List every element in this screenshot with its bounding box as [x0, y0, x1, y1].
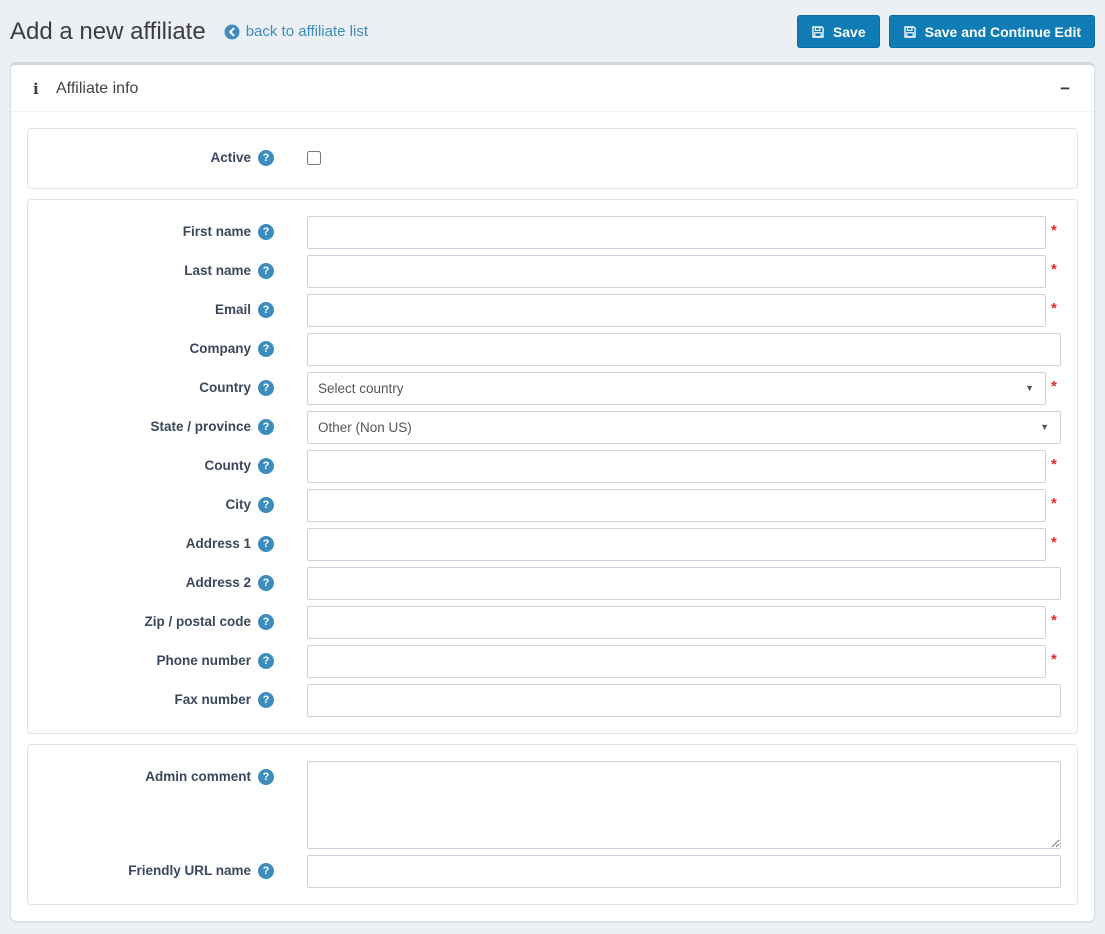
- help-icon[interactable]: ?: [258, 863, 274, 880]
- arrow-left-circle-icon: [224, 24, 240, 40]
- back-link-label: back to affiliate list: [245, 23, 368, 40]
- country-select[interactable]: Select country: [307, 371, 1046, 405]
- last-name-input[interactable]: [307, 254, 1046, 288]
- fax-number-label: Fax number: [174, 691, 251, 707]
- city-label: City: [225, 496, 251, 512]
- active-checkbox[interactable]: [307, 151, 321, 166]
- form-row-friendly-url-name: Friendly URL name ?: [44, 854, 1061, 888]
- form-row-company: Company ?: [44, 332, 1061, 366]
- country-label: Country: [199, 379, 251, 395]
- help-icon[interactable]: ?: [258, 150, 274, 167]
- card-header: i Affiliate info −: [11, 65, 1094, 112]
- affiliate-info-card: i Affiliate info − Active ? First name ?: [10, 62, 1095, 922]
- page-title: Add a new affiliate: [10, 18, 206, 45]
- required-asterisk: *: [1051, 299, 1057, 317]
- city-input[interactable]: [307, 488, 1046, 522]
- form-row-city: City ? *: [44, 488, 1061, 522]
- last-name-label: Last name: [184, 262, 251, 278]
- help-icon[interactable]: ?: [258, 614, 274, 631]
- help-icon[interactable]: ?: [258, 575, 274, 592]
- save-button[interactable]: Save: [796, 15, 880, 48]
- phone-number-input[interactable]: [307, 644, 1046, 678]
- admin-comment-label: Admin comment: [145, 768, 251, 784]
- form-row-admin-comment: Admin comment ?: [44, 760, 1061, 849]
- form-row-address1: Address 1 ? *: [44, 527, 1061, 561]
- company-input[interactable]: [307, 332, 1061, 366]
- fax-number-input[interactable]: [307, 683, 1061, 717]
- help-icon[interactable]: ?: [258, 536, 274, 553]
- help-icon[interactable]: ?: [258, 653, 274, 670]
- back-to-list-link[interactable]: back to affiliate list: [224, 23, 368, 40]
- state-province-select[interactable]: Other (Non US): [307, 410, 1061, 444]
- zip-postal-code-input[interactable]: [307, 605, 1046, 639]
- help-icon[interactable]: ?: [258, 497, 274, 514]
- form-row-first-name: First name ? *: [44, 215, 1061, 249]
- address2-label: Address 2: [185, 574, 251, 590]
- phone-number-label: Phone number: [156, 652, 251, 668]
- save-button-label: Save: [832, 23, 866, 40]
- help-icon[interactable]: ?: [258, 302, 274, 319]
- save-and-continue-button-label: Save and Continue Edit: [924, 23, 1081, 40]
- help-icon[interactable]: ?: [258, 769, 274, 786]
- misc-info-panel: Admin comment ? Friendly URL name ?: [27, 743, 1078, 905]
- friendly-url-name-label: Friendly URL name: [128, 862, 251, 878]
- friendly-url-name-input[interactable]: [307, 854, 1061, 888]
- active-panel: Active ?: [27, 128, 1078, 189]
- form-row-country: Country ? Select country ▼ *: [44, 371, 1061, 405]
- header-actions: Save Save and Continue Edit: [796, 15, 1095, 48]
- form-row-last-name: Last name ? *: [44, 254, 1061, 288]
- form-row-county: County ? *: [44, 449, 1061, 483]
- first-name-input[interactable]: [307, 215, 1046, 249]
- help-icon[interactable]: ?: [258, 263, 274, 280]
- required-asterisk: *: [1051, 260, 1057, 278]
- required-asterisk: *: [1051, 494, 1057, 512]
- form-row-email: Email ? *: [44, 293, 1061, 327]
- panel-title: Affiliate info: [56, 79, 139, 97]
- required-asterisk: *: [1051, 377, 1057, 395]
- required-asterisk: *: [1051, 650, 1057, 668]
- zip-postal-code-label: Zip / postal code: [144, 613, 251, 629]
- required-asterisk: *: [1051, 221, 1057, 239]
- help-icon[interactable]: ?: [258, 458, 274, 475]
- form-row-address2: Address 2 ?: [44, 566, 1061, 600]
- county-label: County: [204, 457, 252, 473]
- save-icon: [811, 25, 825, 39]
- email-input[interactable]: [307, 293, 1046, 327]
- page-header: Add a new affiliate back to affiliate li…: [0, 0, 1105, 62]
- first-name-label: First name: [182, 223, 251, 239]
- help-icon[interactable]: ?: [258, 692, 274, 709]
- admin-comment-textarea[interactable]: [307, 760, 1061, 849]
- save-and-continue-button[interactable]: Save and Continue Edit: [888, 15, 1095, 48]
- company-label: Company: [189, 340, 251, 356]
- help-icon[interactable]: ?: [258, 419, 274, 436]
- form-row-active: Active ?: [44, 150, 1061, 167]
- form-row-phone-number: Phone number ? *: [44, 644, 1061, 678]
- help-icon[interactable]: ?: [258, 341, 274, 358]
- form-row-state-province: State / province ? Other (Non US) ▼: [44, 410, 1061, 444]
- info-icon: i: [33, 79, 39, 98]
- help-icon[interactable]: ?: [258, 380, 274, 397]
- form-row-zip-postal-code: Zip / postal code ? *: [44, 605, 1061, 639]
- active-label: Active: [210, 150, 251, 165]
- required-asterisk: *: [1051, 455, 1057, 473]
- address1-input[interactable]: [307, 527, 1046, 561]
- address1-label: Address 1: [185, 535, 251, 551]
- county-input[interactable]: [307, 449, 1046, 483]
- help-icon[interactable]: ?: [258, 224, 274, 241]
- form-row-fax-number: Fax number ?: [44, 683, 1061, 717]
- card-body: Active ? First name ? * Last name ? * Em…: [11, 112, 1094, 921]
- state-province-label: State / province: [150, 418, 251, 434]
- save-icon: [903, 25, 917, 39]
- required-asterisk: *: [1051, 611, 1057, 629]
- required-asterisk: *: [1051, 533, 1057, 551]
- address2-input[interactable]: [307, 566, 1061, 600]
- collapse-panel-button[interactable]: −: [1056, 78, 1074, 99]
- email-label: Email: [214, 301, 251, 317]
- contact-info-panel: First name ? * Last name ? * Email ? * C…: [27, 198, 1078, 734]
